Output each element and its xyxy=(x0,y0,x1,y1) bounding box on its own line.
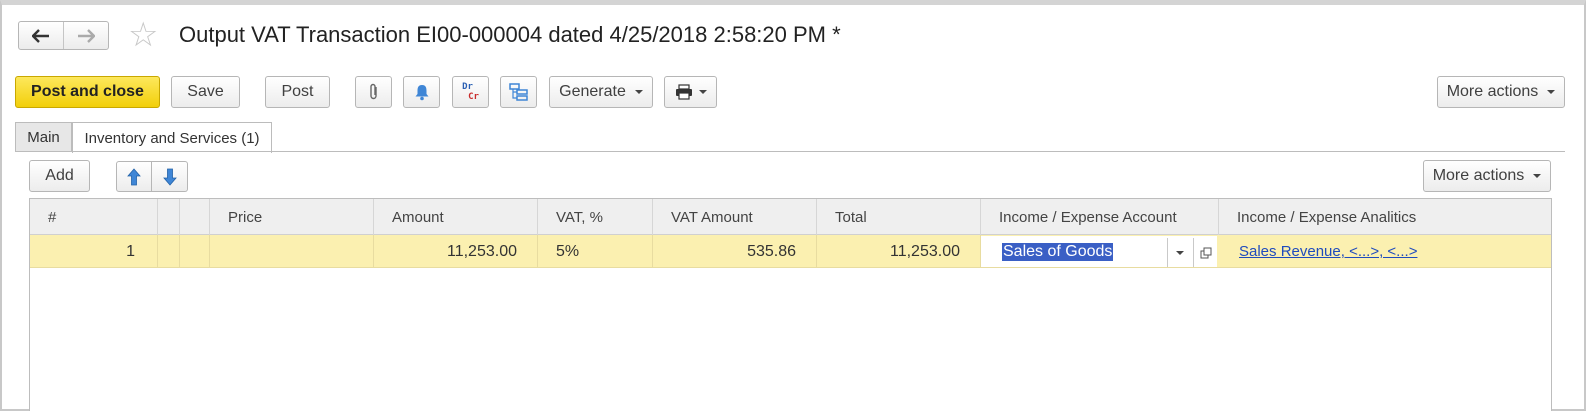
document-structure-icon xyxy=(508,83,528,101)
column-header-income-expense-account[interactable]: Income / Expense Account xyxy=(981,199,1219,235)
account-dropdown-button[interactable] xyxy=(1167,238,1192,267)
chevron-down-icon xyxy=(634,90,643,94)
bell-icon xyxy=(415,85,428,101)
generate-label: Generate xyxy=(559,83,626,100)
paperclip-icon xyxy=(369,83,377,100)
row-analytics-cell: Sales Revenue, <...>, <...> xyxy=(1219,235,1551,268)
row-number: 1 xyxy=(30,235,158,268)
column-header-blank-1[interactable] xyxy=(158,199,180,235)
table-more-actions-button[interactable]: More actions xyxy=(1423,160,1551,192)
attach-button[interactable] xyxy=(355,76,392,108)
arrow-left-icon xyxy=(32,28,49,43)
more-actions-button[interactable]: More actions xyxy=(1437,76,1565,108)
row-blank-1 xyxy=(158,235,180,268)
dr-label: Dr xyxy=(462,82,473,92)
column-header-total[interactable]: Total xyxy=(817,199,981,235)
tab-divider xyxy=(15,151,1565,152)
document-structure-button[interactable] xyxy=(500,76,537,108)
back-button[interactable] xyxy=(19,22,63,49)
generate-button[interactable]: Generate xyxy=(549,76,653,108)
table-header: # Price Amount VAT, % VAT Amount Total I… xyxy=(30,199,1551,235)
move-up-button[interactable] xyxy=(116,161,152,192)
page-title: Output VAT Transaction EI00-000004 dated… xyxy=(179,22,841,47)
table-more-actions-label: More actions xyxy=(1432,167,1525,184)
table-row[interactable]: 1 11,253.00 5% 535.86 11,253.00 Sales of… xyxy=(30,235,1551,268)
navigation-buttons xyxy=(18,21,109,50)
more-actions-label: More actions xyxy=(1446,83,1539,100)
move-down-button[interactable] xyxy=(152,161,188,192)
print-button[interactable] xyxy=(664,76,717,108)
column-header-blank-2[interactable] xyxy=(180,199,210,235)
arrow-right-icon xyxy=(78,28,95,43)
save-button[interactable]: Save xyxy=(171,76,240,108)
post-button[interactable]: Post xyxy=(265,76,330,108)
column-header-vat-amount[interactable]: VAT Amount xyxy=(653,199,817,235)
row-blank-2 xyxy=(180,235,210,268)
column-header-amount[interactable]: Amount xyxy=(374,199,538,235)
chevron-down-icon xyxy=(1533,174,1542,178)
favorite-star-icon[interactable]: ☆ xyxy=(128,18,158,52)
analytics-link[interactable]: Sales Revenue, <...>, <...> xyxy=(1239,243,1417,260)
column-header-number[interactable]: # xyxy=(30,199,158,235)
chevron-down-icon xyxy=(1547,90,1556,94)
column-header-vat-rate[interactable]: VAT, % xyxy=(538,199,653,235)
row-amount[interactable]: 11,253.00 xyxy=(374,235,538,268)
cr-label: Cr xyxy=(468,92,479,102)
column-header-income-expense-analytics[interactable]: Income / Expense Analitics xyxy=(1219,199,1551,235)
post-and-close-button[interactable]: Post and close xyxy=(15,76,160,108)
chevron-down-icon xyxy=(1176,250,1184,255)
inventory-table: # Price Amount VAT, % VAT Amount Total I… xyxy=(29,198,1552,411)
account-open-button[interactable] xyxy=(1193,238,1218,267)
column-header-price[interactable]: Price xyxy=(210,199,374,235)
row-vat-amount[interactable]: 535.86 xyxy=(653,235,817,268)
tab-main[interactable]: Main xyxy=(15,122,72,152)
open-window-icon xyxy=(1200,247,1212,258)
add-row-button[interactable]: Add xyxy=(29,160,90,192)
row-total[interactable]: 11,253.00 xyxy=(817,235,981,268)
arrow-up-icon xyxy=(127,167,141,185)
arrow-down-icon xyxy=(162,168,177,186)
row-price[interactable] xyxy=(210,235,374,268)
row-vat-rate[interactable]: 5% xyxy=(538,235,653,268)
tab-inventory-and-services[interactable]: Inventory and Services (1) xyxy=(72,122,272,153)
income-expense-account-field[interactable]: Sales of Goods xyxy=(981,236,1217,267)
forward-button[interactable] xyxy=(63,22,108,49)
account-value: Sales of Goods xyxy=(1002,243,1114,261)
chevron-down-icon xyxy=(698,90,707,94)
reminder-button[interactable] xyxy=(403,76,440,108)
printer-icon xyxy=(675,84,692,100)
dr-cr-button[interactable]: Dr Cr xyxy=(452,76,489,108)
